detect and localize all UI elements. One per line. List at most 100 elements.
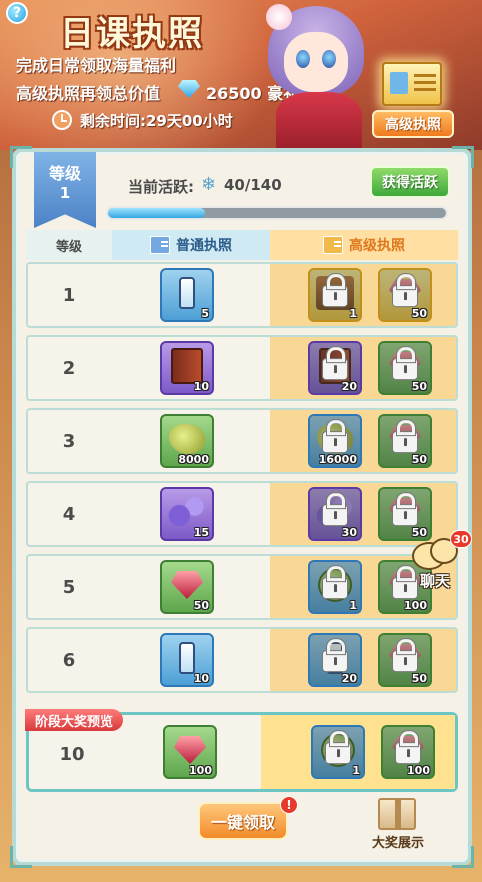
character-eye-left	[296, 50, 310, 68]
reward-count: 30	[341, 526, 357, 539]
get-activity-button[interactable]: 获得活跃	[370, 166, 450, 198]
header-normal-label: 普通执照	[176, 238, 232, 254]
chat-float-button[interactable]: 30 聊天	[412, 530, 476, 594]
gem-icon	[174, 736, 206, 764]
bottle-icon	[179, 642, 195, 674]
premium-license-badge[interactable]: 高级执照	[372, 60, 454, 142]
reward-count: 50	[411, 453, 427, 466]
lock-icon	[392, 274, 418, 308]
reward-slot[interactable]: 50	[378, 414, 432, 468]
row-level: 1	[62, 284, 76, 306]
reward-slot[interactable]: 10	[160, 341, 214, 395]
stars-icon	[168, 494, 206, 530]
premium-license-icon	[323, 236, 343, 254]
lock-icon	[322, 347, 348, 381]
page-title: 日课执照	[60, 14, 204, 54]
reward-count: 10	[193, 672, 209, 685]
license-panel: 等级 1 当前活跃: ❄ 40/140 获得活跃 等级 普通执照 高级执照 15…	[10, 146, 474, 868]
reward-slot[interactable]: 50	[378, 633, 432, 687]
header-normal-license: 普通执照	[112, 230, 270, 260]
reward-slot[interactable]: 1	[311, 725, 365, 779]
level-value: 1	[59, 184, 71, 202]
gem-icon	[171, 571, 203, 599]
book-icon	[171, 348, 203, 384]
panel-corner	[10, 846, 32, 868]
reward-slot[interactable]: 16000	[308, 414, 362, 468]
reward-row: 5 50 1 100	[26, 554, 458, 620]
reward-slot[interactable]: 15	[160, 487, 214, 541]
lock-icon	[322, 493, 348, 527]
level-flag: 等级 1	[34, 152, 96, 228]
reward-row: 1 5 1 50	[26, 262, 458, 328]
reward-slot[interactable]: 50	[378, 487, 432, 541]
chat-label: 聊天	[420, 572, 451, 590]
level-label: 等级	[48, 164, 81, 183]
header-premium-label: 高级执照	[349, 238, 405, 254]
reward-count: 50	[411, 380, 427, 393]
reward-slot[interactable]: 20	[308, 633, 362, 687]
reward-slot[interactable]: 20	[308, 341, 362, 395]
reward-count: 1	[352, 764, 360, 777]
hair-flower-icon	[266, 4, 292, 30]
panel-corner	[452, 846, 474, 868]
milestone-preview-row[interactable]: 阶段大奖预览 10 100 1 100	[25, 709, 458, 792]
premium-license-button[interactable]: 高级执照	[372, 110, 454, 138]
grand-prize-button[interactable]: 大奖展示	[366, 832, 430, 851]
banner: ? 日课执照 完成日常领取海量福利 高级执照再领总价值 26500 豪礼 剩余时…	[0, 0, 482, 150]
diamond-icon	[178, 80, 200, 98]
lock-icon	[322, 274, 348, 308]
clock-icon	[52, 110, 72, 130]
reward-slot[interactable]: 50	[378, 341, 432, 395]
lock-icon	[395, 731, 421, 765]
premium-card-icon[interactable]	[382, 62, 442, 106]
lock-icon	[322, 566, 348, 600]
reward-row: 2 10 20 50	[26, 335, 458, 401]
claim-all-button[interactable]: 一键领取	[198, 802, 288, 840]
reward-count: 1	[349, 599, 357, 612]
banner-line-2: 高级执照再领总价值	[16, 84, 161, 103]
reward-row: 6 10 20 50	[26, 627, 458, 693]
reward-count: 50	[411, 672, 427, 685]
reward-slot[interactable]: 100	[381, 725, 435, 779]
reward-slot[interactable]: 5	[160, 268, 214, 322]
chat-unread-badge: 30	[450, 530, 472, 548]
time-remaining: 剩余时间:29天00小时	[80, 112, 233, 130]
reward-row: 4 15 30 50	[26, 481, 458, 547]
row-level: 4	[62, 503, 76, 525]
reward-slot[interactable]: 8000	[160, 414, 214, 468]
reward-count: 100	[189, 764, 212, 777]
reward-count: 20	[341, 380, 357, 393]
alert-badge-icon: !	[280, 796, 298, 814]
character-face	[284, 32, 348, 92]
help-icon[interactable]: ?	[6, 2, 28, 24]
activity-label: 当前活跃:	[128, 178, 194, 196]
reward-count: 10	[193, 380, 209, 393]
reward-count: 15	[193, 526, 209, 539]
lock-icon	[392, 639, 418, 673]
panel-corner	[452, 146, 474, 168]
reward-count: 50	[411, 307, 427, 320]
table-header: 等级 普通执照 高级执照	[26, 230, 458, 260]
reward-count: 100	[404, 599, 427, 612]
character-body	[276, 92, 362, 150]
gift-box-icon[interactable]	[378, 798, 416, 830]
lock-icon	[392, 493, 418, 527]
header-premium-license: 高级执照	[270, 230, 458, 260]
reward-count: 100	[407, 764, 430, 777]
character-eye-right	[322, 50, 336, 68]
activity-progress-bar	[106, 206, 448, 220]
reward-slot[interactable]: 1	[308, 268, 362, 322]
reward-slot[interactable]: 100	[163, 725, 217, 779]
reward-slot[interactable]: 1	[308, 560, 362, 614]
character-portrait	[262, 0, 372, 150]
ore-icon	[169, 424, 205, 454]
activity-value: 40/140	[224, 176, 282, 194]
reward-slot[interactable]: 50	[160, 560, 214, 614]
reward-count: 20	[341, 672, 357, 685]
header-level: 等级	[26, 230, 112, 260]
reward-slot[interactable]: 30	[308, 487, 362, 541]
lock-icon	[325, 731, 351, 765]
reward-slot[interactable]: 50	[378, 268, 432, 322]
reward-slot[interactable]: 10	[160, 633, 214, 687]
banner-line-1: 完成日常领取海量福利	[16, 56, 177, 75]
